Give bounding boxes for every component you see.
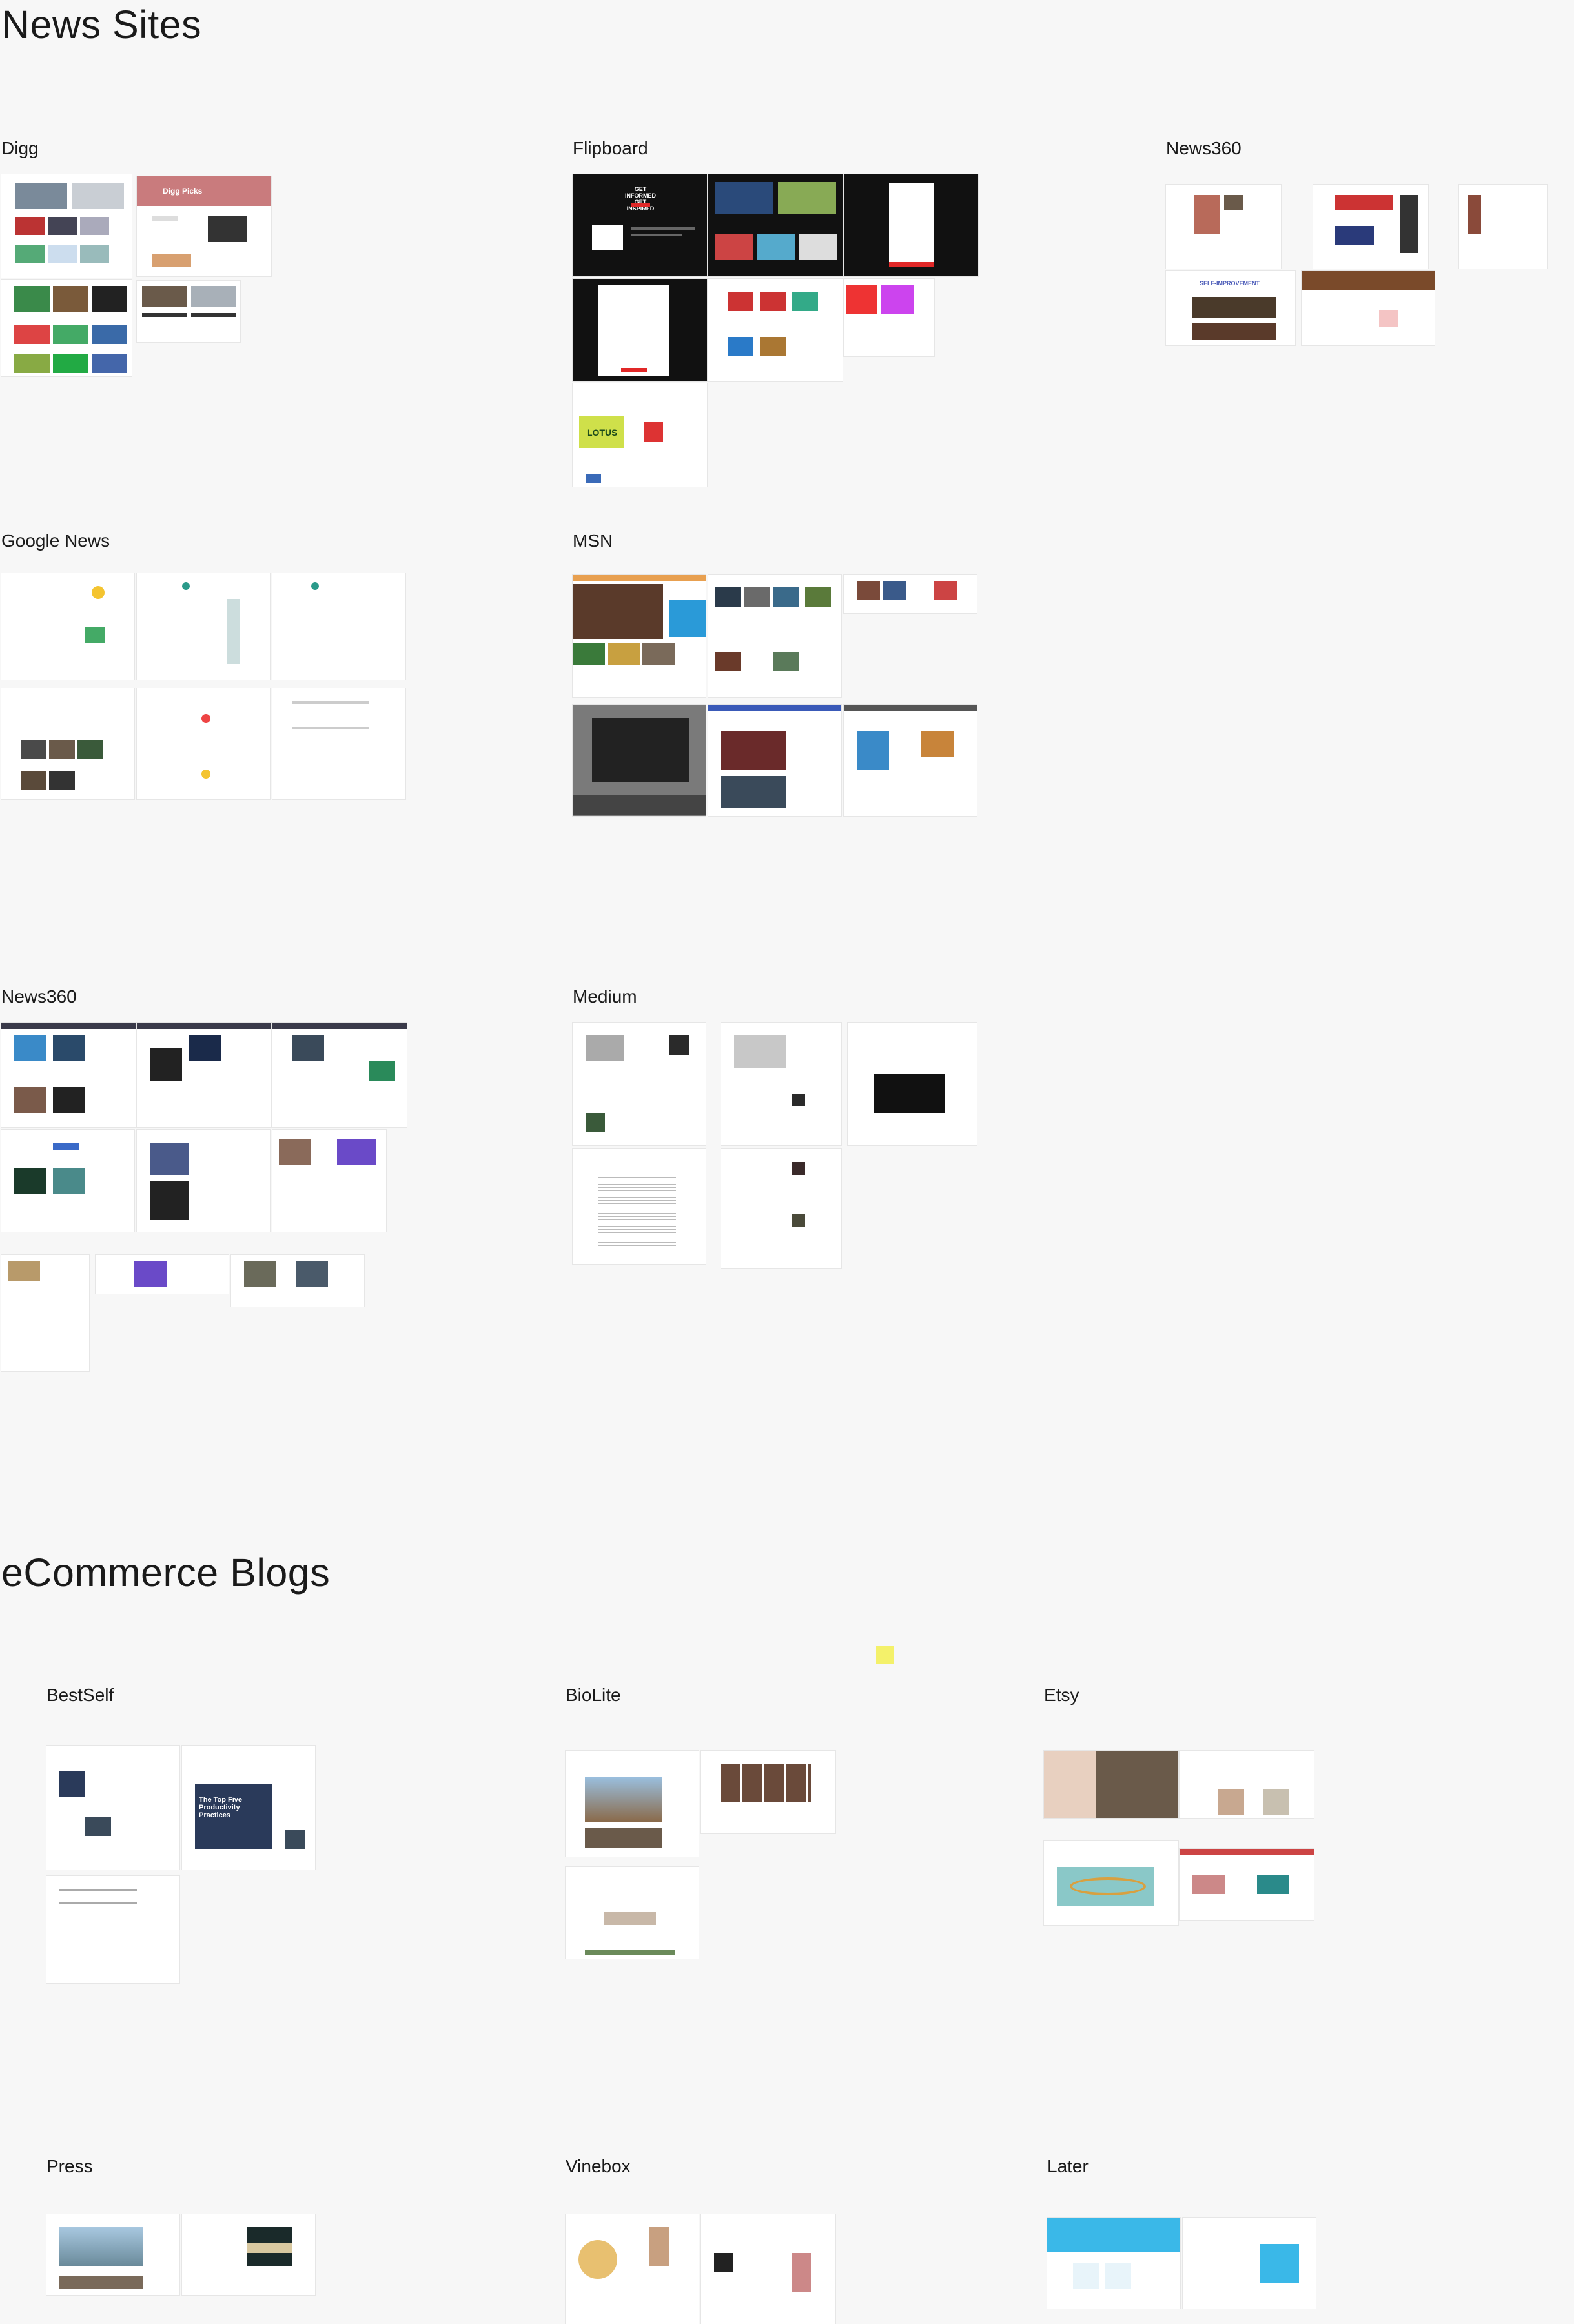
thumbnail[interactable] [96,1255,229,1294]
thumbnail[interactable] [708,279,843,381]
thumbnail[interactable] [1,1023,136,1127]
thumbnail[interactable] [137,573,270,680]
board-label-news360-top[interactable]: News360 [1166,139,1242,158]
board-label-vinebox[interactable]: Vinebox [566,2157,631,2176]
thumbnail[interactable] [566,1867,699,1959]
thumbnail[interactable] [1183,2218,1316,2309]
board-label-google-news[interactable]: Google News [1,532,110,550]
thumbnail[interactable] [46,2214,179,2295]
board-label-flipboard[interactable]: Flipboard [573,139,648,158]
board-label-bestself[interactable]: BestSelf [46,1686,114,1704]
thumbnail[interactable] [708,705,841,816]
thumbnail[interactable] [1044,1841,1178,1925]
thumbnail[interactable] [1,688,134,799]
board-label-msn[interactable]: MSN [573,532,613,550]
thumbnail[interactable] [1313,185,1428,269]
thumbnail[interactable] [46,1746,179,1870]
thumbnail[interactable] [844,575,977,613]
board-label-news360[interactable]: News360 [1,988,77,1006]
thumbnail[interactable] [848,1023,977,1145]
thumbnail[interactable] [721,1023,841,1145]
thumbnail[interactable] [708,575,841,697]
thumbnail[interactable] [272,1130,386,1232]
thumbnail[interactable] [1,573,134,680]
thumbnail[interactable] [844,705,977,816]
thumbnail[interactable] [1166,185,1281,269]
thumbnail[interactable] [1302,271,1435,345]
thumbnail[interactable] [573,279,707,381]
thumbnail[interactable] [231,1255,364,1307]
thumbnail[interactable] [573,575,706,697]
thumbnail[interactable]: GET INFORMED GET INSPIRED [573,174,707,276]
thumbnail[interactable] [272,573,405,680]
thumbnail[interactable] [566,1751,699,1857]
thumbnail[interactable] [182,2214,315,2295]
thumbnail[interactable] [1459,185,1547,269]
board-label-medium[interactable]: Medium [573,988,637,1006]
thumbnail[interactable] [137,281,240,342]
thumbnail[interactable] [701,2214,835,2324]
section-title-ecommerce-blogs: eCommerce Blogs [1,1551,331,1595]
thumbnail[interactable] [137,1130,270,1232]
thumbnail[interactable] [566,2214,699,2324]
board-label-etsy[interactable]: Etsy [1044,1686,1079,1704]
thumbnail[interactable] [573,1023,706,1145]
thumbnail-caption: GET INFORMED GET INSPIRED [625,186,656,212]
thumbnail[interactable] [1180,1751,1314,1818]
thumbnail[interactable] [708,174,843,276]
section-title-news-sites: News Sites [1,3,202,46]
thumbnail[interactable]: SELF-IMPROVEMENT [1166,271,1295,345]
thumbnail[interactable] [1044,1751,1178,1818]
board-label-biolite[interactable]: BioLite [566,1686,621,1704]
thumbnail[interactable] [272,1023,407,1127]
thumbnail[interactable] [573,705,706,816]
thumbnail[interactable] [573,1149,706,1264]
thumbnail[interactable] [844,279,934,356]
thumbnail[interactable] [1047,2218,1180,2309]
thumbnail-caption: The Top Five Productivity Practices [199,1796,243,1820]
board-label-press[interactable]: Press [46,2157,93,2176]
thumbnail[interactable] [1180,1849,1314,1920]
thumbnail[interactable] [46,1876,179,1983]
thumbnail[interactable]: Digg Picks [137,176,271,276]
thumbnail[interactable] [844,174,978,276]
thumbnail[interactable] [1,174,132,278]
thumbnail-caption: SELF-IMPROVEMENT [1200,280,1260,287]
thumbnail[interactable]: The Top Five Productivity Practices [182,1746,315,1870]
thumbnail[interactable]: LOTUS [573,383,707,487]
board-label-digg[interactable]: Digg [1,139,39,158]
thumbnail[interactable] [1,280,132,376]
thumbnail[interactable] [272,688,405,799]
thumbnail[interactable] [721,1149,841,1268]
thumbnail[interactable] [1,1255,89,1371]
board-label-later[interactable]: Later [1047,2157,1089,2176]
thumbnail[interactable] [701,1751,835,1833]
thumbnail[interactable] [1,1130,134,1232]
thumbnail[interactable] [137,1023,271,1127]
thumbnail-caption: LOTUS [587,427,618,438]
highlight-marker [876,1646,894,1664]
thumbnail[interactable] [137,688,270,799]
thumbnail-caption: Digg Picks [163,187,203,196]
